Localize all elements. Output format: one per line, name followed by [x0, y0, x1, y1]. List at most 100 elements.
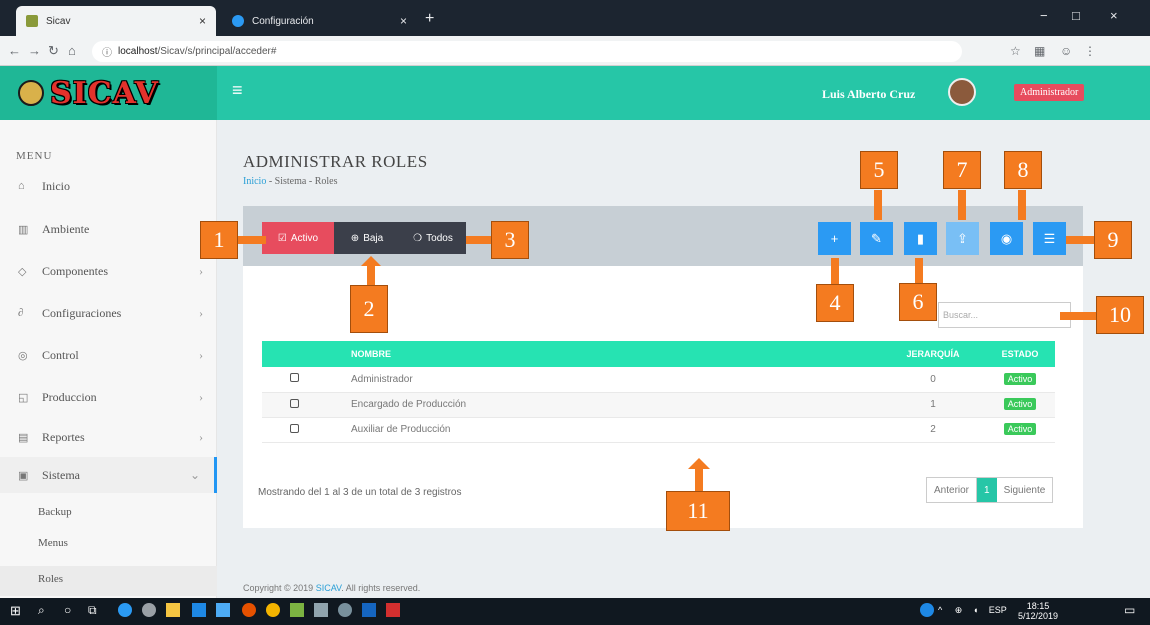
restore-button[interactable]: ⇪ — [946, 222, 979, 255]
extension-icon[interactable]: ▦ — [1034, 44, 1045, 58]
filter-activo-button[interactable]: ☑ Activo — [262, 222, 334, 254]
maximize-icon[interactable]: □ — [1072, 8, 1080, 23]
edge-icon[interactable] — [118, 603, 132, 617]
search-input[interactable]: Buscar... — [938, 302, 1071, 328]
column-header-nombre[interactable]: NOMBRE — [326, 341, 881, 367]
network-icon[interactable]: ⊕ — [955, 605, 963, 615]
sidebar-item-label: Produccion — [42, 389, 97, 404]
pager-page-button[interactable]: 1 — [977, 478, 997, 502]
sidebar-subitem-menus[interactable]: Menus — [38, 537, 68, 549]
chrome-icon[interactable] — [266, 603, 280, 617]
windows-start-icon[interactable]: ⊞ — [10, 603, 24, 618]
column-header-estado[interactable]: ESTADO — [985, 341, 1055, 367]
close-tab-icon[interactable]: × — [400, 14, 407, 28]
pager-prev-button[interactable]: Anterior — [927, 478, 978, 502]
bookmark-star-icon[interactable]: ☆ — [1010, 44, 1021, 58]
browser-menu-icon[interactable]: ⋮ — [1084, 44, 1096, 58]
view-button[interactable]: ◉ — [990, 222, 1023, 255]
tray-up-icon[interactable]: ^ — [938, 605, 942, 615]
chevron-right-icon: › — [199, 429, 203, 444]
sidebar-item-produccion[interactable]: ◱ Produccion › — [0, 382, 217, 412]
app-icon[interactable] — [314, 603, 328, 617]
back-icon[interactable]: ← — [8, 43, 21, 58]
settings-icon[interactable] — [338, 603, 352, 617]
menu-toggle-icon[interactable]: ≡ — [232, 80, 243, 101]
task-view-icon[interactable]: ⧉ — [88, 603, 102, 617]
footer-link[interactable]: SICAV — [316, 583, 342, 593]
sidebar-item-sistema[interactable]: ▣ Sistema ⌄ — [0, 457, 217, 493]
app-logo[interactable]: SICAV — [0, 66, 217, 120]
cortana-icon[interactable]: ○ — [64, 603, 78, 617]
clock[interactable]: 18:15 5/12/2019 — [1018, 601, 1058, 621]
app-icon[interactable] — [290, 603, 304, 617]
table-row[interactable]: Administrador 0 Activo — [262, 367, 1055, 393]
breadcrumb-inicio[interactable]: Inicio — [243, 176, 266, 187]
app-icon[interactable] — [242, 603, 256, 617]
help-icon[interactable] — [920, 603, 934, 617]
user-name[interactable]: Luis Alberto Cruz — [822, 87, 915, 102]
app-icon[interactable] — [142, 603, 156, 617]
row-checkbox[interactable] — [289, 373, 299, 383]
reload-icon[interactable]: ↻ — [48, 43, 59, 59]
language-indicator[interactable]: ESP — [989, 605, 1007, 615]
notification-icon[interactable]: ▭ — [1124, 603, 1135, 617]
plus-icon: + — [830, 231, 839, 246]
list-button[interactable]: ☰ — [1033, 222, 1066, 255]
browser-tab-sicav[interactable]: Sicav × — [16, 6, 216, 36]
home-browser-icon[interactable]: ⌂ — [68, 43, 76, 58]
trash-icon: ▮ — [916, 230, 925, 246]
table-row[interactable]: Auxiliar de Producción 2 Activo — [262, 417, 1055, 443]
edit-button[interactable]: ✎ — [860, 222, 893, 255]
sidebar-item-ambiente[interactable]: ▥ Ambiente — [0, 214, 217, 244]
column-header-jerarquia[interactable]: JERARQUÍA — [881, 341, 985, 367]
folder-icon[interactable] — [166, 603, 180, 617]
system-icon: ▣ — [18, 469, 29, 482]
filter-baja-button[interactable]: ⊕ Baja — [334, 222, 400, 254]
chevron-right-icon: › — [199, 347, 203, 362]
close-window-icon[interactable]: × — [1110, 8, 1118, 23]
sidebar-item-control[interactable]: ◎ Control › — [0, 340, 217, 370]
app-icon[interactable] — [192, 603, 206, 617]
sidebar-item-reportes[interactable]: ▤ Reportes › — [0, 422, 217, 452]
row-checkbox[interactable] — [289, 423, 299, 433]
sidebar-item-configuraciones[interactable]: ∂ Configuraciones › — [0, 298, 217, 328]
logo-text: SICAV — [50, 75, 159, 111]
status-badge: Activo — [1003, 423, 1037, 435]
volume-icon[interactable]: ◖ — [973, 605, 978, 615]
callout-4: 4 — [816, 284, 854, 322]
avatar[interactable] — [948, 78, 976, 106]
row-checkbox[interactable] — [289, 398, 299, 408]
filter-label: Todos — [426, 232, 453, 244]
search-icon[interactable]: ⌕ — [38, 603, 52, 617]
minimize-icon[interactable]: − — [1040, 8, 1048, 23]
add-button[interactable]: + — [818, 222, 851, 255]
close-tab-icon[interactable]: × — [199, 14, 206, 28]
table-row[interactable]: Encargado de Producción 1 Activo — [262, 392, 1055, 418]
sidebar-subitem-roles[interactable]: Roles — [38, 573, 63, 585]
filter-todos-button[interactable]: ❍ Todos — [400, 222, 466, 254]
mail-icon[interactable] — [216, 603, 230, 617]
url-host: localhost — [118, 46, 158, 57]
footer-rights: . All rights reserved. — [341, 583, 421, 593]
footer-copyright: Copyright © 2019 — [243, 583, 316, 593]
sidebar-subitem-backup[interactable]: Backup — [38, 506, 72, 518]
app-icon[interactable] — [362, 603, 376, 617]
breadcrumb-roles: Roles — [314, 176, 338, 187]
sidebar-item-componentes[interactable]: ◇ Componentes › — [0, 256, 217, 286]
url-input[interactable]: ⓘ localhost/Sicav/s/principal/acceder# — [92, 41, 962, 62]
pager-next-button[interactable]: Siguiente — [997, 478, 1053, 502]
chevron-right-icon: › — [199, 305, 203, 320]
new-tab-button[interactable]: + — [425, 10, 434, 28]
system-tray: ^ ⊕ ◖ ESP — [938, 605, 1007, 616]
callout-9: 9 — [1094, 221, 1132, 259]
forward-icon[interactable]: → — [28, 43, 41, 58]
chevron-right-icon: › — [199, 389, 203, 404]
sidebar-item-inicio[interactable]: ⌂ Inicio — [0, 171, 217, 201]
pdf-icon[interactable] — [386, 603, 400, 617]
profile-icon[interactable]: ☺ — [1060, 44, 1072, 58]
delete-button[interactable]: ▮ — [904, 222, 937, 255]
browser-tab-configuracion[interactable]: Configuración × — [222, 6, 417, 36]
sidebar-item-label: Inicio — [42, 178, 70, 193]
role-badge: Administrador — [1014, 84, 1085, 101]
sidebar-item-label: Componentes — [42, 263, 108, 278]
